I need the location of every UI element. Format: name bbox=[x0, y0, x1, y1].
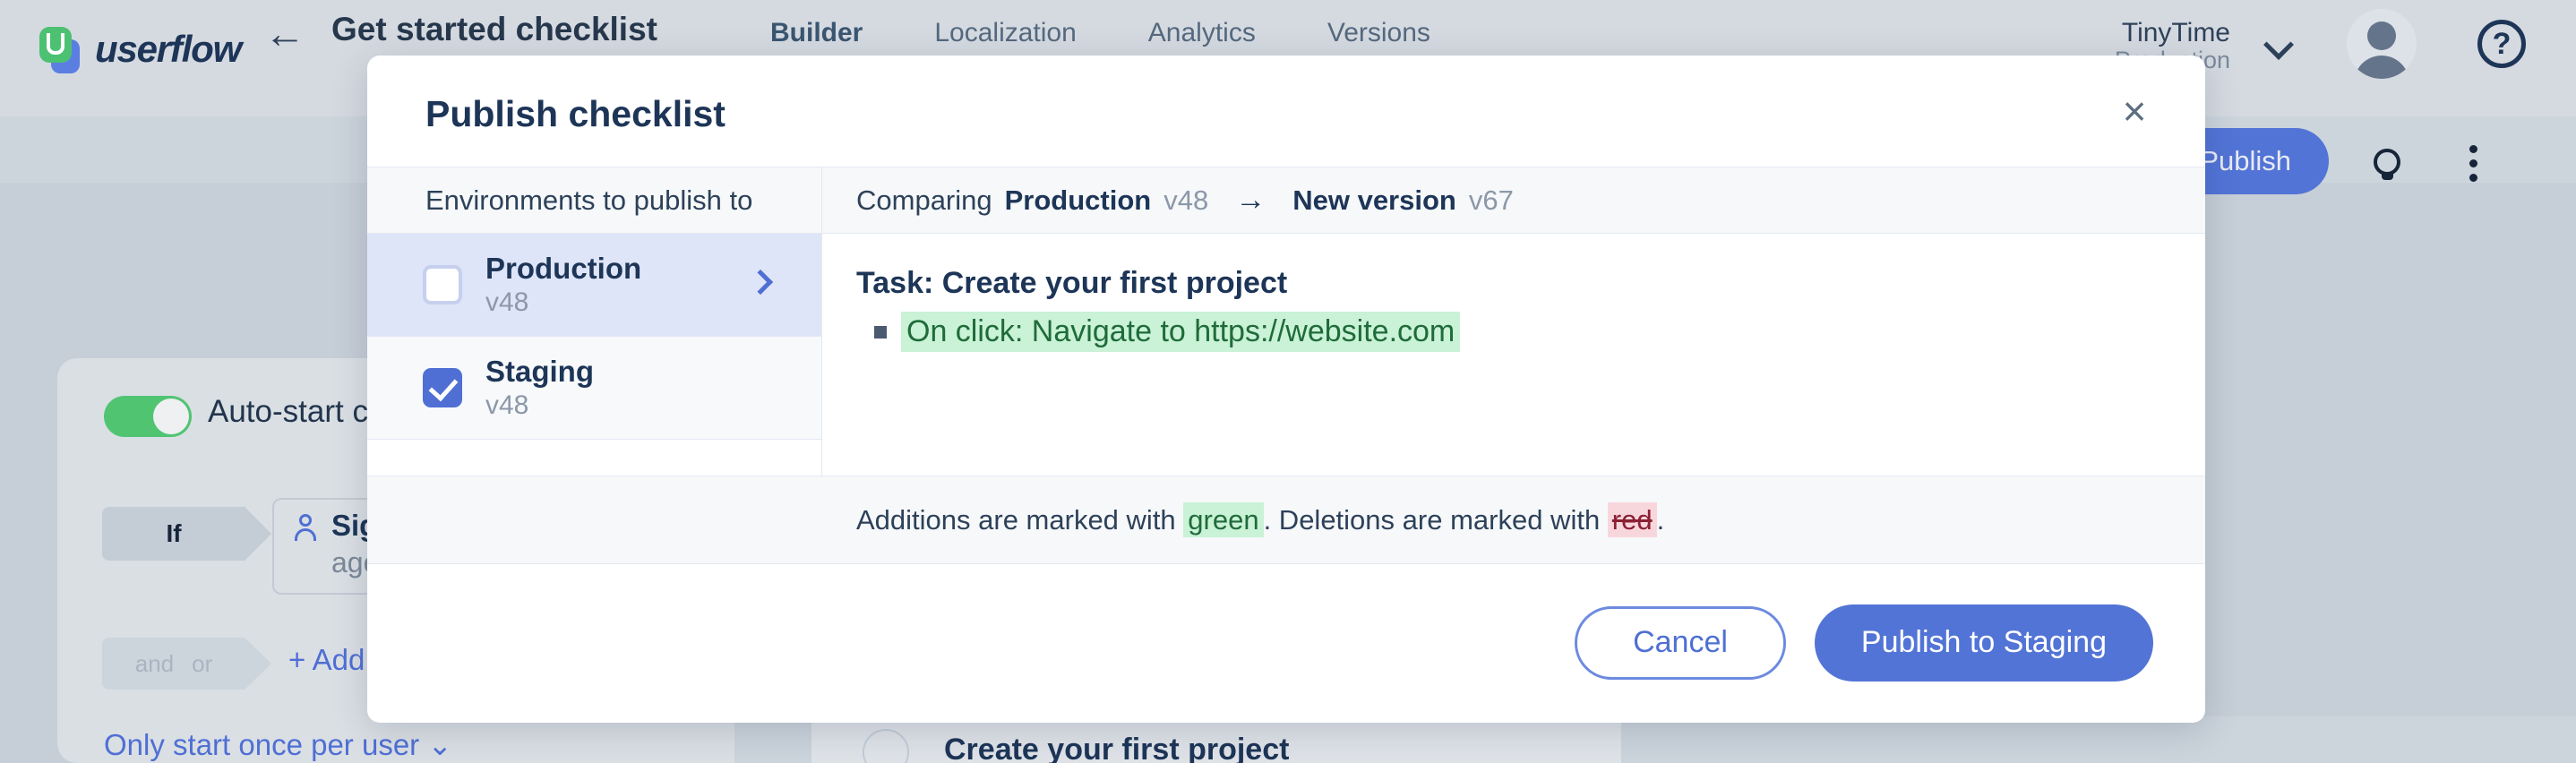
chevron-down-icon[interactable] bbox=[2263, 30, 2294, 60]
tab-builder[interactable]: Builder bbox=[770, 18, 863, 48]
environment-checkbox-production[interactable] bbox=[423, 265, 462, 304]
legend-part-1: Additions are marked with bbox=[856, 503, 1184, 536]
comparing-label: Comparing bbox=[856, 184, 992, 216]
environment-version-staging: v48 bbox=[485, 390, 529, 420]
environments-panel: Environments to publish to Production v4… bbox=[367, 167, 822, 476]
checklist-preview: Create your first project bbox=[811, 716, 1622, 763]
diff-added-row: On click: Navigate to https://website.co… bbox=[856, 312, 2205, 352]
auto-start-toggle[interactable] bbox=[104, 396, 192, 437]
chevron-right-icon[interactable] bbox=[747, 269, 774, 296]
modal-body: Environments to publish to Production v4… bbox=[367, 167, 2205, 476]
environment-name-staging: Staging bbox=[485, 354, 594, 388]
publish-checklist-modal: Publish checklist × Environments to publ… bbox=[367, 56, 2205, 723]
environment-row-staging[interactable]: Staging v48 bbox=[367, 337, 821, 440]
diff-from-name: Production bbox=[1004, 184, 1152, 216]
diff-content: Task: Create your first project On click… bbox=[822, 234, 2205, 352]
environment-row-production[interactable]: Production v48 bbox=[367, 234, 821, 337]
checklist-item-label: Create your first project bbox=[944, 733, 1290, 763]
app-root: userflow ← Get started checklist Builder… bbox=[0, 0, 2576, 763]
bullet-icon bbox=[874, 325, 887, 339]
userflow-logo-text: userflow bbox=[95, 28, 242, 70]
legend-red-word: red bbox=[1607, 502, 1657, 537]
or-option[interactable]: or bbox=[192, 650, 212, 678]
modal-footer: Cancel Publish to Staging bbox=[367, 564, 2205, 721]
legend-green-word: green bbox=[1183, 502, 1264, 537]
diff-added-text: On click: Navigate to https://website.co… bbox=[901, 312, 1461, 352]
diff-comparison-header: Comparing Production v48 → New version v… bbox=[822, 167, 2205, 234]
environment-version-production: v48 bbox=[485, 287, 529, 317]
and-option[interactable]: and bbox=[135, 650, 174, 678]
lightbulb-icon[interactable] bbox=[2374, 149, 2400, 180]
tab-analytics[interactable]: Analytics bbox=[1148, 18, 1256, 48]
account-name: TinyTime bbox=[2121, 18, 2230, 47]
arrow-right-icon: → bbox=[1235, 183, 1267, 217]
avatar[interactable] bbox=[2347, 9, 2417, 79]
legend-part-3: . bbox=[1656, 503, 1665, 536]
diff-to-version: v67 bbox=[1468, 184, 1514, 216]
legend-part-2: . Deletions are marked with bbox=[1263, 503, 1608, 536]
checklist-item-circle-icon bbox=[863, 729, 909, 763]
preview-rail-left bbox=[734, 716, 811, 763]
only-start-once-dropdown[interactable]: Only start once per user ⌄ bbox=[104, 727, 452, 762]
publish-to-staging-button[interactable]: Publish to Staging bbox=[1814, 604, 2153, 682]
diff-task-title: Task: Create your first project bbox=[856, 266, 1288, 300]
diff-panel: Comparing Production v48 → New version v… bbox=[822, 167, 2205, 476]
cancel-button[interactable]: Cancel bbox=[1575, 605, 1786, 680]
environments-header: Environments to publish to bbox=[367, 167, 821, 234]
userflow-logo-icon bbox=[38, 27, 82, 73]
diff-legend: Additions are marked with green. Deletio… bbox=[367, 476, 2205, 564]
back-arrow-icon[interactable]: ← bbox=[264, 13, 305, 54]
preview-rail-right bbox=[1622, 716, 2576, 763]
user-icon bbox=[294, 514, 317, 541]
more-vertical-icon[interactable] bbox=[2469, 145, 2477, 182]
auto-start-label: Auto-start ch bbox=[208, 394, 386, 429]
modal-title: Publish checklist bbox=[425, 93, 726, 134]
if-tag: If bbox=[102, 507, 271, 561]
page-title: Get started checklist bbox=[331, 11, 657, 47]
help-icon[interactable]: ? bbox=[2477, 20, 2526, 68]
nav-tabs: Builder Localization Analytics Versions bbox=[770, 18, 1430, 48]
close-icon[interactable]: × bbox=[2113, 90, 2156, 134]
diff-to-name: New version bbox=[1292, 184, 1456, 216]
and-or-tag[interactable]: and or bbox=[102, 638, 271, 690]
environment-checkbox-staging[interactable] bbox=[423, 368, 462, 407]
environment-name-production: Production bbox=[485, 251, 642, 285]
userflow-logo[interactable]: userflow bbox=[38, 27, 242, 73]
modal-header: Publish checklist × bbox=[367, 56, 2205, 167]
diff-from-version: v48 bbox=[1163, 184, 1209, 216]
tab-versions[interactable]: Versions bbox=[1327, 18, 1430, 48]
tab-localization[interactable]: Localization bbox=[934, 18, 1076, 48]
